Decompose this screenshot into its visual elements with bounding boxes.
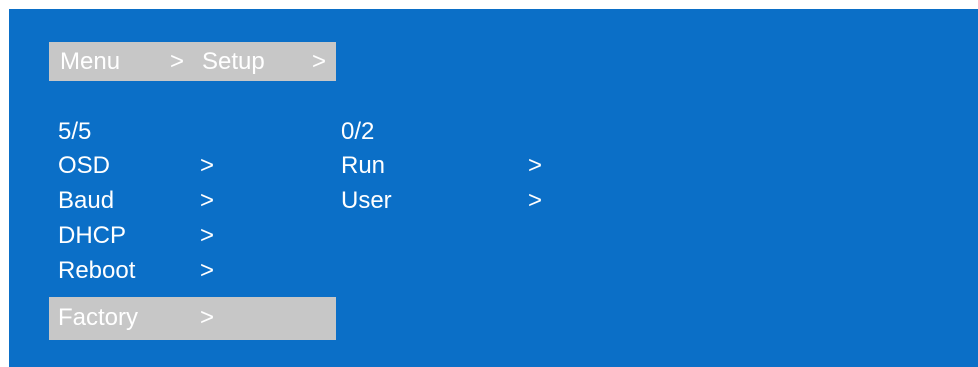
breadcrumb-menu[interactable]: Menu (60, 48, 120, 76)
left-menu-counter: 5/5 (58, 115, 336, 149)
chevron-right-icon: > (200, 257, 215, 284)
menu-item-user[interactable]: User > (341, 184, 641, 218)
breadcrumb: Menu > Setup > (49, 42, 336, 81)
menu-item-run[interactable]: Run > (341, 149, 641, 183)
menu-item-baud[interactable]: Baud > (58, 184, 336, 218)
right-menu-counter: 0/2 (341, 115, 641, 149)
breadcrumb-separator: > (170, 48, 185, 75)
chevron-right-icon: > (200, 187, 215, 214)
menu-item-label: Run (341, 152, 386, 179)
menu-item-factory-selected[interactable]: Factory > (49, 297, 336, 340)
chevron-right-icon: > (528, 187, 543, 214)
chevron-right-icon: > (200, 222, 215, 249)
menu-item-label: OSD (58, 152, 111, 179)
menu-item-dhcp[interactable]: DHCP > (58, 219, 336, 253)
right-menu-counter-text: 0/2 (341, 118, 375, 145)
menu-item-label: DHCP (58, 222, 127, 249)
chevron-right-icon: > (200, 152, 215, 179)
menu-item-label: Baud (58, 187, 115, 214)
menu-item-osd[interactable]: OSD > (58, 149, 336, 183)
left-menu-counter-text: 5/5 (58, 118, 92, 145)
menu-item-label: User (341, 187, 392, 214)
menu-item-reboot[interactable]: Reboot > (58, 254, 336, 288)
breadcrumb-separator: > (312, 48, 327, 75)
menu-item-label: Factory (58, 304, 139, 331)
breadcrumb-setup[interactable]: Setup (202, 48, 265, 76)
menu-item-label: Reboot (58, 257, 136, 284)
chevron-right-icon: > (528, 152, 543, 179)
chevron-right-icon: > (200, 304, 215, 331)
osd-menu-screen: Menu > Setup > 5/5 OSD > Baud > DHCP > R… (9, 9, 978, 367)
